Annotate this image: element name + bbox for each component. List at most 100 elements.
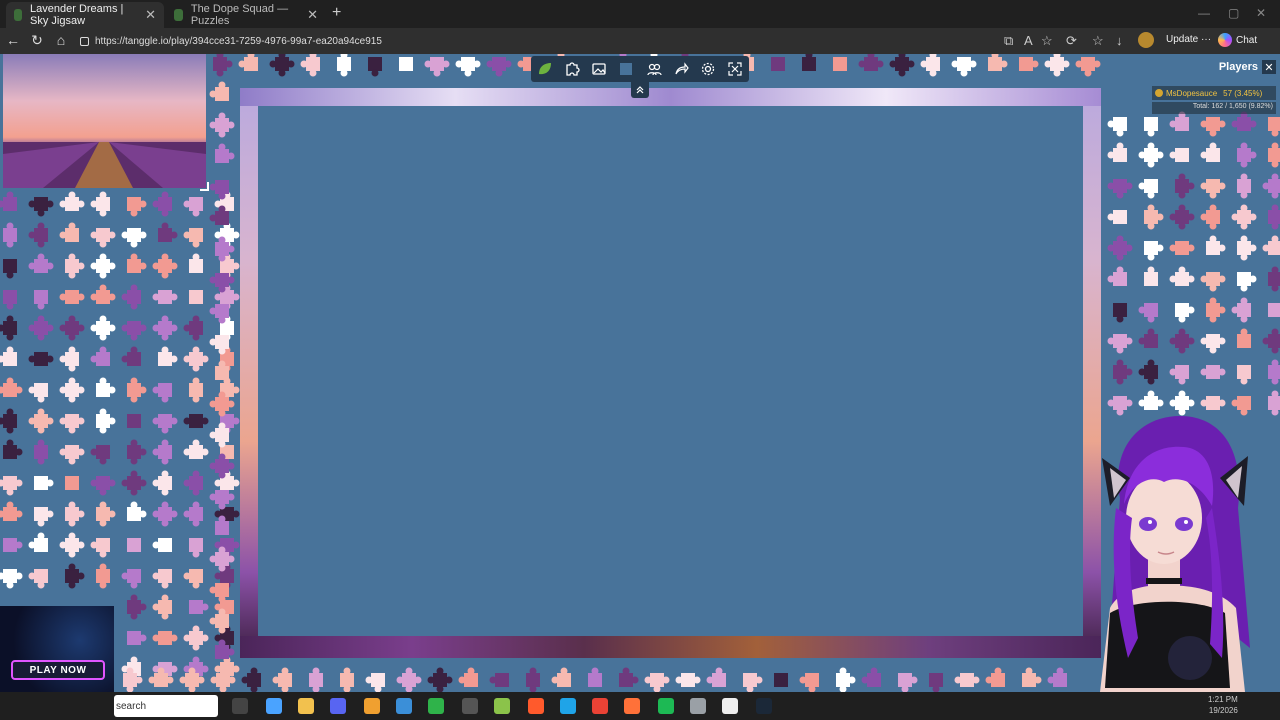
file-explorer-icon[interactable] bbox=[298, 698, 314, 714]
loose-puzzle-piece[interactable] bbox=[1200, 142, 1221, 163]
loose-puzzle-piece[interactable] bbox=[183, 501, 204, 527]
people-icon[interactable] bbox=[643, 57, 664, 81]
loose-puzzle-piece[interactable] bbox=[90, 445, 111, 465]
loose-puzzle-piece[interactable] bbox=[1206, 235, 1226, 256]
loose-puzzle-piece[interactable] bbox=[209, 81, 230, 102]
loose-puzzle-piece[interactable] bbox=[209, 583, 230, 603]
app-icon[interactable] bbox=[428, 698, 444, 714]
copilot-app-icon[interactable] bbox=[266, 698, 282, 714]
preview-resize-handle[interactable] bbox=[200, 182, 209, 191]
loose-puzzle-piece[interactable] bbox=[1144, 117, 1158, 137]
loose-puzzle-piece[interactable] bbox=[1175, 173, 1195, 199]
url-field[interactable]: https://tanggle.io/play/394cce31-7259-49… bbox=[80, 32, 1000, 50]
loose-puzzle-piece[interactable] bbox=[929, 673, 943, 692]
loose-puzzle-piece[interactable] bbox=[90, 315, 116, 341]
loose-puzzle-piece[interactable] bbox=[0, 191, 17, 212]
new-tab-icon[interactable]: + bbox=[332, 4, 341, 22]
edge-icon[interactable] bbox=[560, 698, 576, 714]
loose-puzzle-piece[interactable] bbox=[1237, 173, 1251, 199]
back-icon[interactable]: ← bbox=[4, 32, 22, 48]
loose-puzzle-piece[interactable] bbox=[1138, 359, 1159, 385]
loose-puzzle-piece[interactable] bbox=[3, 538, 23, 552]
loose-puzzle-piece[interactable] bbox=[985, 667, 1006, 688]
loose-puzzle-piece[interactable] bbox=[489, 673, 510, 687]
loose-puzzle-piece[interactable] bbox=[1268, 142, 1280, 168]
loose-puzzle-piece[interactable] bbox=[1138, 303, 1159, 323]
loose-puzzle-piece[interactable] bbox=[127, 377, 147, 403]
loose-puzzle-piece[interactable] bbox=[1113, 359, 1133, 385]
loose-puzzle-piece[interactable] bbox=[675, 673, 701, 687]
close-tab-icon[interactable]: ✕ bbox=[307, 7, 318, 23]
board-empty-area[interactable] bbox=[258, 106, 1083, 636]
update-button[interactable]: Update ··· bbox=[1166, 34, 1211, 45]
loose-puzzle-piece[interactable] bbox=[458, 667, 479, 688]
loose-puzzle-piece[interactable] bbox=[0, 476, 23, 496]
loose-puzzle-piece[interactable] bbox=[121, 346, 142, 367]
share-icon[interactable] bbox=[670, 57, 691, 81]
loose-puzzle-piece[interactable] bbox=[189, 377, 203, 403]
loose-puzzle-piece[interactable] bbox=[1075, 57, 1101, 77]
loose-puzzle-piece[interactable] bbox=[1019, 57, 1039, 71]
loose-puzzle-piece[interactable] bbox=[3, 222, 17, 248]
loose-puzzle-piece[interactable] bbox=[1047, 667, 1068, 688]
loose-puzzle-piece[interactable] bbox=[1107, 266, 1128, 287]
loose-puzzle-piece[interactable] bbox=[771, 57, 785, 71]
loose-puzzle-piece[interactable] bbox=[526, 667, 540, 693]
loose-puzzle-piece[interactable] bbox=[0, 346, 17, 367]
loose-puzzle-piece[interactable] bbox=[189, 538, 203, 558]
reload-icon[interactable]: ↻ bbox=[28, 32, 46, 49]
play-now-button[interactable]: PLAY NOW bbox=[11, 660, 105, 680]
loose-puzzle-piece[interactable] bbox=[189, 290, 203, 304]
firefox-icon[interactable] bbox=[624, 698, 640, 714]
loose-puzzle-piece[interactable] bbox=[951, 57, 977, 77]
loose-puzzle-piece[interactable] bbox=[59, 346, 80, 372]
loose-puzzle-piece[interactable] bbox=[833, 57, 847, 71]
loose-puzzle-piece[interactable] bbox=[152, 501, 178, 527]
loose-puzzle-piece[interactable] bbox=[1268, 117, 1280, 137]
loose-puzzle-piece[interactable] bbox=[152, 470, 173, 496]
discord-icon[interactable] bbox=[330, 698, 346, 714]
loose-puzzle-piece[interactable] bbox=[28, 352, 54, 366]
brave-icon[interactable] bbox=[528, 698, 544, 714]
loose-puzzle-piece[interactable] bbox=[158, 346, 178, 367]
loose-puzzle-piece[interactable] bbox=[743, 673, 763, 692]
loose-puzzle-piece[interactable] bbox=[241, 667, 262, 693]
loose-puzzle-piece[interactable] bbox=[152, 315, 178, 341]
app-icon[interactable] bbox=[396, 698, 412, 714]
loose-puzzle-piece[interactable] bbox=[1268, 266, 1280, 292]
loose-puzzle-piece[interactable] bbox=[209, 112, 235, 138]
loose-puzzle-piece[interactable] bbox=[28, 383, 49, 403]
reference-image-preview[interactable] bbox=[3, 54, 206, 188]
loose-puzzle-piece[interactable] bbox=[1107, 117, 1128, 137]
loose-puzzle-piece[interactable] bbox=[1200, 204, 1221, 230]
loose-puzzle-piece[interactable] bbox=[1268, 359, 1280, 385]
loose-puzzle-piece[interactable] bbox=[1231, 204, 1257, 230]
loose-puzzle-piece[interactable] bbox=[706, 667, 727, 688]
loose-puzzle-piece[interactable] bbox=[1107, 334, 1133, 354]
loose-puzzle-piece[interactable] bbox=[1268, 303, 1280, 317]
loose-puzzle-piece[interactable] bbox=[836, 667, 856, 693]
loose-puzzle-piece[interactable] bbox=[152, 538, 173, 552]
loose-puzzle-piece[interactable] bbox=[1237, 142, 1257, 168]
loose-puzzle-piece[interactable] bbox=[1169, 148, 1190, 162]
loose-puzzle-piece[interactable] bbox=[0, 377, 23, 398]
loose-puzzle-piece[interactable] bbox=[1200, 334, 1226, 354]
loose-puzzle-piece[interactable] bbox=[28, 408, 54, 434]
loose-puzzle-piece[interactable] bbox=[127, 414, 141, 428]
loose-puzzle-piece[interactable] bbox=[59, 414, 85, 434]
loose-puzzle-piece[interactable] bbox=[152, 594, 173, 620]
more-options-icon[interactable]: ··· bbox=[1201, 34, 1211, 45]
loose-puzzle-piece[interactable] bbox=[399, 57, 413, 71]
loose-puzzle-piece[interactable] bbox=[59, 222, 80, 243]
loose-puzzle-piece[interactable] bbox=[183, 346, 209, 372]
loose-puzzle-piece[interactable] bbox=[59, 445, 85, 465]
loose-puzzle-piece[interactable] bbox=[0, 569, 23, 589]
loose-puzzle-piece[interactable] bbox=[3, 259, 17, 279]
loose-puzzle-piece[interactable] bbox=[189, 600, 209, 614]
favorite-star-icon[interactable]: ☆ bbox=[1041, 33, 1053, 49]
loose-puzzle-piece[interactable] bbox=[455, 57, 481, 77]
loose-puzzle-piece[interactable] bbox=[127, 594, 147, 620]
loose-puzzle-piece[interactable] bbox=[1138, 142, 1164, 168]
favorites-icon[interactable]: ☆ bbox=[1092, 33, 1104, 49]
loose-puzzle-piece[interactable] bbox=[0, 315, 17, 341]
